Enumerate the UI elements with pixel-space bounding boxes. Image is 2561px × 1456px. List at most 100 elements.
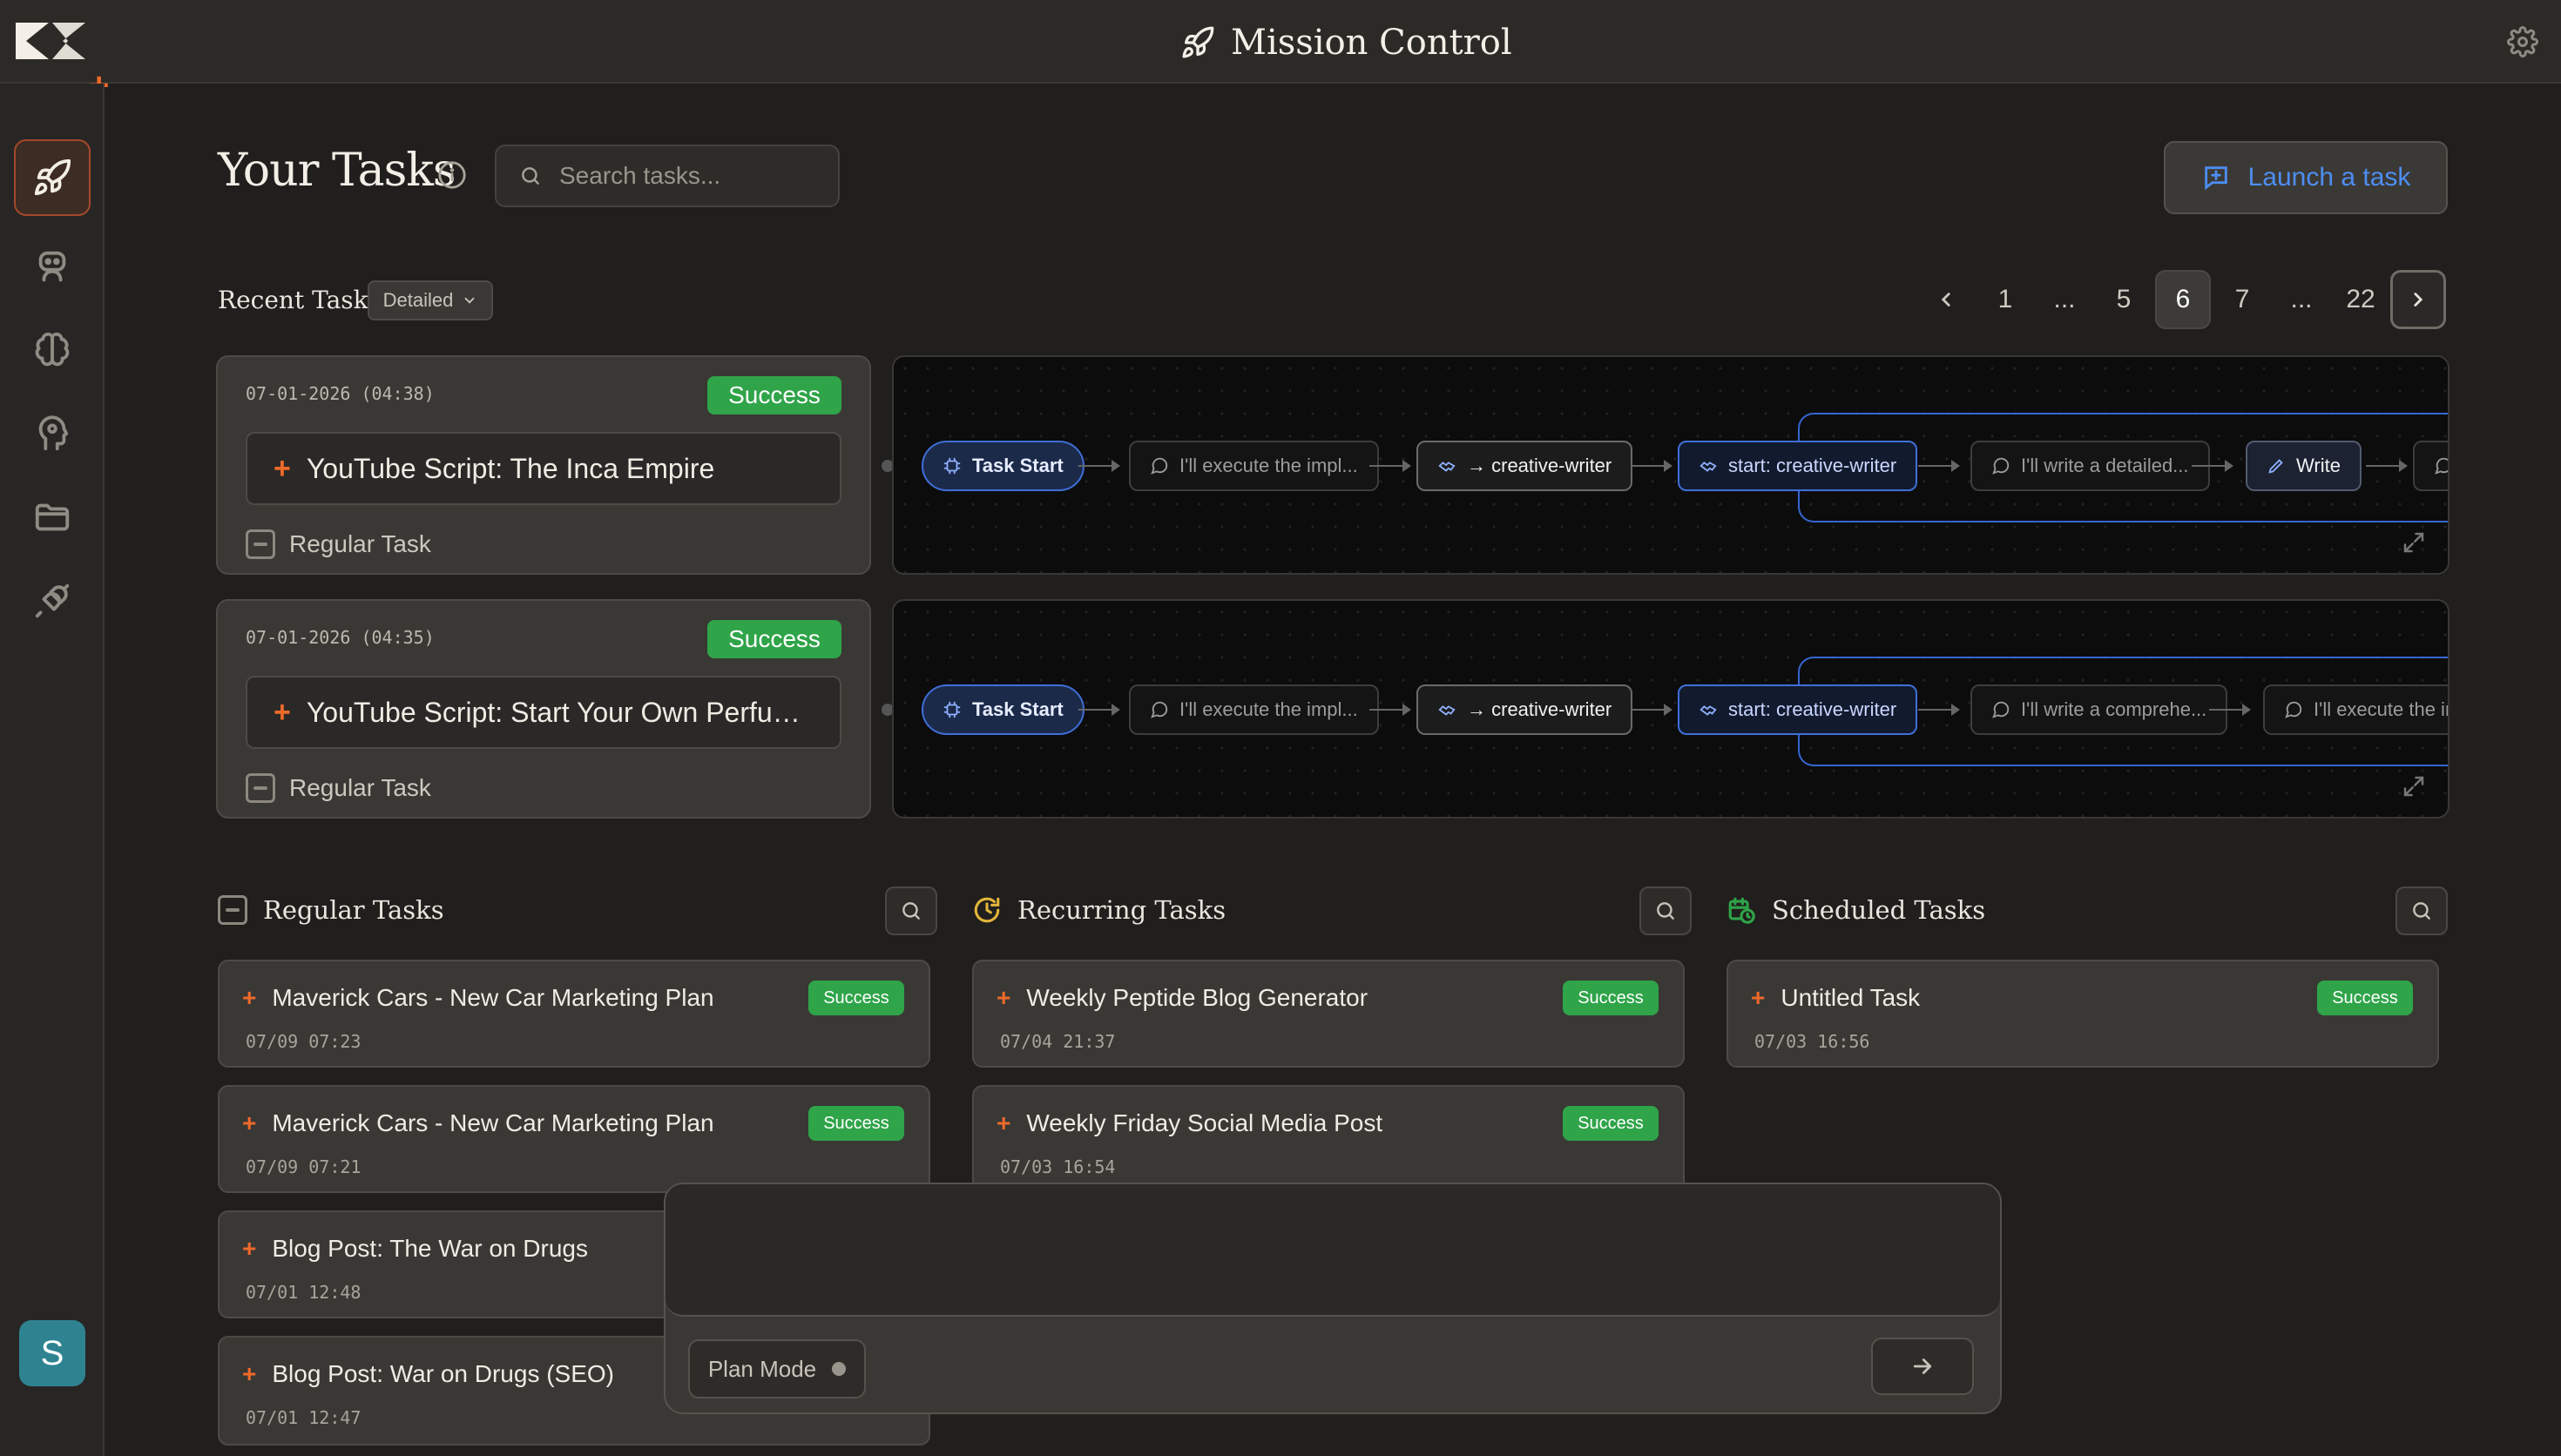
flow-node-label: Task Start <box>972 698 1064 720</box>
info-icon[interactable] <box>437 160 467 190</box>
recurring-task-item[interactable]: + Weekly Friday Social Media Post 07/03 1… <box>972 1085 1685 1193</box>
flow-node-message-partial[interactable] <box>2413 441 2448 491</box>
search-icon <box>1657 902 1674 920</box>
view-mode-value: Detailed <box>382 289 454 311</box>
handshake-icon <box>1699 705 1717 716</box>
sidebar-item-files[interactable] <box>14 479 91 556</box>
task-name-box[interactable]: + YouTube Script: The Inca Empire <box>246 432 841 505</box>
task-time: 07/09 07:21 <box>246 1156 362 1177</box>
task-name: Maverick Cars - New Car Marketing Plan <box>272 984 714 1011</box>
flow-node-message[interactable]: I'll write a detailed... <box>1970 441 2210 491</box>
flow-arrow <box>2209 704 2251 716</box>
page-title: Your Tasks <box>218 145 456 197</box>
flow-arrow <box>1369 704 1411 716</box>
app-title: Mission Control <box>1231 23 1512 63</box>
regular-task-item[interactable]: + Maverick Cars - New Car Marketing Plan … <box>218 1085 930 1193</box>
pagination-prev[interactable] <box>1918 270 1974 329</box>
avatar[interactable]: S <box>19 1320 85 1386</box>
task-time: 07/09 07:23 <box>246 1031 362 1052</box>
message-icon <box>2285 701 2302 718</box>
task-type: Regular Task <box>246 773 431 803</box>
sidebar-item-agents[interactable] <box>14 228 91 305</box>
flow-node-message[interactable]: I'll execute the im <box>2263 684 2450 735</box>
regular-tasks-header: Regular Tasks <box>218 895 444 925</box>
task-time: 07/04 21:37 <box>1000 1031 1116 1052</box>
task-plus-icon: + <box>997 1109 1011 1136</box>
arrow-right-icon <box>1913 1358 1932 1374</box>
gear-icon[interactable] <box>2507 26 2538 57</box>
search-input[interactable] <box>559 162 821 190</box>
regular-task-icon <box>246 529 275 559</box>
task-type: Regular Task <box>246 529 431 559</box>
task-plus-icon: + <box>997 984 1011 1011</box>
flow-arrow <box>2366 460 2408 472</box>
status-badge: Success <box>808 981 904 1015</box>
status-badge: Success <box>1563 1106 1659 1141</box>
recurring-tasks-search-button[interactable] <box>1639 886 1692 935</box>
pagination-page[interactable]: 5 <box>2096 270 2152 329</box>
task-name: Blog Post: War on Drugs (SEO) <box>272 1360 615 1387</box>
expand-icon[interactable] <box>2401 773 2427 799</box>
chevron-left-icon <box>1941 293 1950 307</box>
pagination-page-current[interactable]: 6 <box>2155 270 2211 329</box>
recent-task-card[interactable]: 07-01-2026 (04:38) Success + YouTube Scr… <box>216 355 871 575</box>
task-flow-canvas[interactable]: Task Start I'll execute the impl... → cr… <box>892 355 2450 575</box>
regular-tasks-search-button[interactable] <box>885 886 937 935</box>
pagination-page[interactable]: 22 <box>2333 270 2389 329</box>
pagination-page[interactable]: 1 <box>1977 270 2033 329</box>
regular-task-item[interactable]: + Maverick Cars - New Car Marketing Plan … <box>218 960 930 1068</box>
task-prompt-input[interactable] <box>666 1184 2000 1317</box>
task-plus-icon: + <box>274 452 291 485</box>
search-icon <box>902 902 920 920</box>
pagination-next[interactable] <box>2390 270 2446 329</box>
pagination-page[interactable]: 7 <box>2214 270 2270 329</box>
task-name-box[interactable]: + YouTube Script: Start Your Own Perfume… <box>246 676 841 749</box>
flow-node-label: I'll write a detailed... <box>2021 455 2189 476</box>
task-date: 07-01-2026 (04:38) <box>246 383 435 404</box>
flow-node-label: I'll execute the impl... <box>1179 455 1358 476</box>
flow-node-label: Task Start <box>972 455 1064 476</box>
flow-node-task-start[interactable]: Task Start <box>922 441 1085 491</box>
rocket-icon <box>34 158 71 196</box>
logo[interactable] <box>14 19 87 63</box>
flow-node-message[interactable]: I'll write a comprehe... <box>1970 684 2228 735</box>
task-plus-icon: + <box>1751 984 1766 1011</box>
message-icon <box>1151 701 1168 718</box>
flow-node-message[interactable]: I'll execute the impl... <box>1129 684 1379 735</box>
plan-mode-toggle[interactable]: Plan Mode <box>688 1339 866 1399</box>
task-time: 07/01 12:48 <box>246 1282 362 1303</box>
flow-node-task-start[interactable]: Task Start <box>922 684 1085 735</box>
recurring-clock-icon <box>974 897 1000 923</box>
task-name: YouTube Script: Start Your Own Perfume B… <box>306 696 821 728</box>
expand-icon[interactable] <box>2401 529 2427 556</box>
search-box[interactable] <box>495 145 840 207</box>
flow-node-label: start: creative-writer <box>1728 698 1897 720</box>
flow-node-label: I'll execute the im <box>2314 698 2450 720</box>
task-plus-icon: + <box>242 1109 257 1136</box>
scheduled-tasks-search-button[interactable] <box>2395 886 2448 935</box>
flow-node-agent-handoff[interactable]: → creative-writer <box>1416 684 1633 735</box>
flow-node-message[interactable]: I'll execute the impl... <box>1129 441 1379 491</box>
flow-node-agent-start[interactable]: start: creative-writer <box>1678 441 1918 491</box>
flow-arrow <box>1631 704 1672 716</box>
view-mode-select[interactable]: Detailed <box>368 280 493 320</box>
sidebar-item-mission-control[interactable] <box>14 139 91 216</box>
scheduled-task-item[interactable]: + Untitled Task 07/03 16:56 Success <box>1726 960 2439 1068</box>
task-type-label: Regular Task <box>289 774 431 801</box>
flow-node-write[interactable]: Write <box>2246 441 2362 491</box>
recent-task-card[interactable]: 07-01-2026 (04:35) Success + YouTube Scr… <box>216 599 871 819</box>
flow-node-label: Write <box>2296 455 2341 476</box>
send-button[interactable] <box>1871 1338 1974 1395</box>
sidebar-item-knowledge[interactable] <box>14 312 91 388</box>
sidebar-item-integrations[interactable] <box>14 563 91 639</box>
flow-node-agent-handoff[interactable]: → creative-writer <box>1416 441 1633 491</box>
regular-task-icon <box>218 895 247 925</box>
sidebar-item-skills[interactable] <box>14 395 91 472</box>
task-name: YouTube Script: The Inca Empire <box>306 452 715 484</box>
recurring-tasks-header: Recurring Tasks <box>972 895 1226 925</box>
recurring-task-item[interactable]: + Weekly Peptide Blog Generator 07/04 21:… <box>972 960 1685 1068</box>
flow-node-agent-start[interactable]: start: creative-writer <box>1678 684 1918 735</box>
task-flow-canvas[interactable]: Task Start I'll execute the impl... → cr… <box>892 599 2450 819</box>
launch-task-button[interactable]: Launch a task <box>2164 141 2448 214</box>
robot-icon <box>38 251 66 282</box>
